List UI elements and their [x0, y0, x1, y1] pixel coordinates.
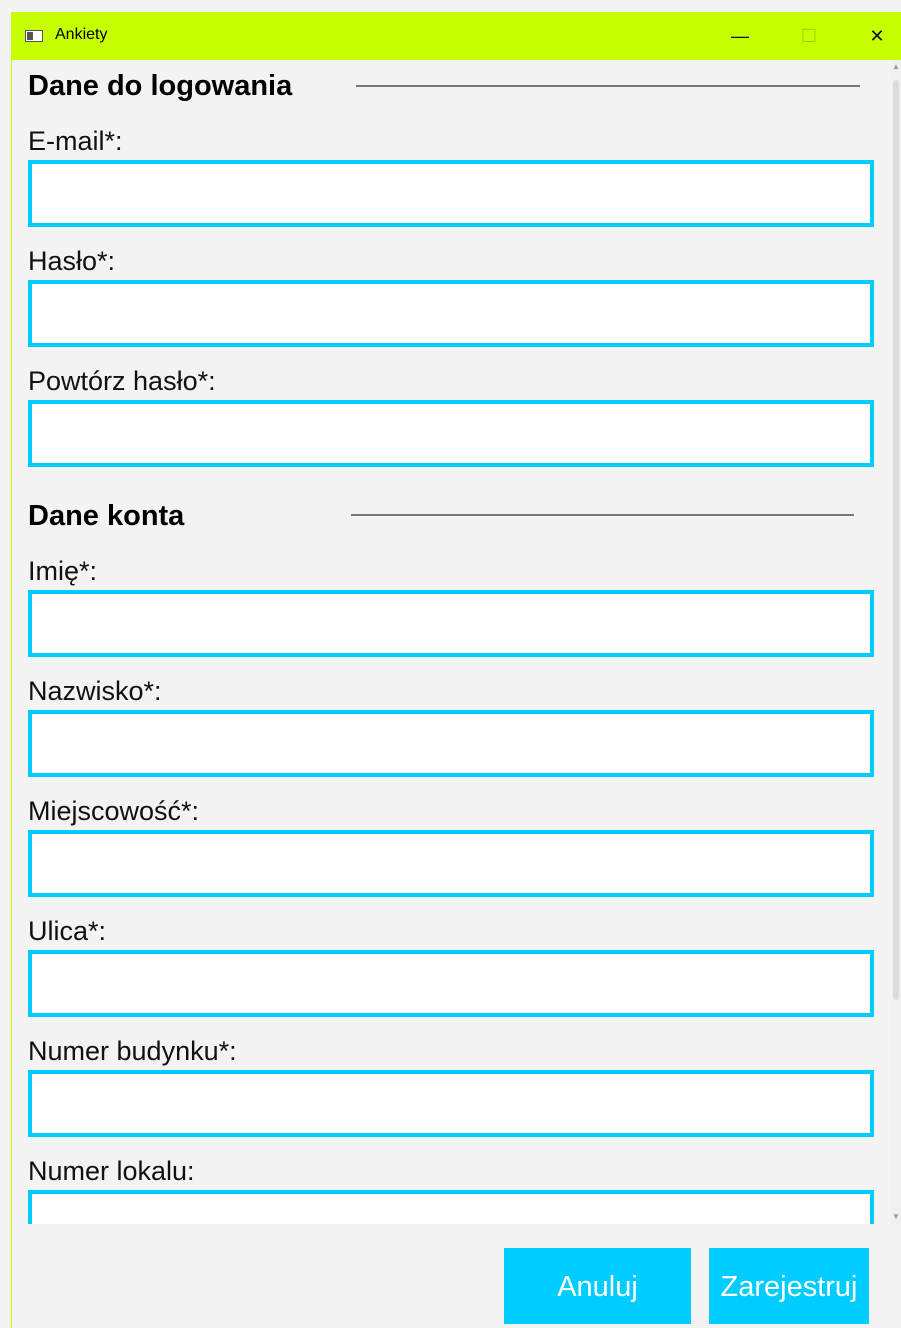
first-name-label: Imię*:	[28, 556, 98, 586]
minimize-icon[interactable]: —	[717, 12, 763, 60]
form-footer: Anuluj Zarejestruj	[12, 1224, 901, 1328]
register-button[interactable]: Zarejestruj	[709, 1248, 869, 1324]
scrollbar-thumb[interactable]	[893, 80, 899, 1000]
scroll-down-icon[interactable]: ▼	[891, 1210, 901, 1224]
password-label: Hasło*:	[28, 246, 116, 276]
maximize-icon[interactable]: ☐	[786, 12, 832, 60]
password-field[interactable]	[28, 280, 874, 347]
city-label: Miejscowość*:	[28, 796, 200, 826]
apartment-number-label: Numer lokalu:	[28, 1156, 195, 1186]
street-label: Ulica*:	[28, 916, 107, 946]
app-window-icon	[25, 30, 43, 42]
window-title: Ankiety	[55, 26, 108, 43]
repeat-password-field[interactable]	[28, 400, 874, 467]
scroll-up-icon[interactable]: ▲	[891, 60, 901, 74]
vertical-scrollbar[interactable]: ▲ ▼	[891, 60, 901, 1224]
section-divider-login	[356, 85, 860, 87]
apartment-number-field[interactable]	[28, 1190, 874, 1224]
email-label: E-mail*:	[28, 126, 123, 156]
last-name-field[interactable]	[28, 710, 874, 777]
window-titlebar[interactable]: Ankiety — ☐ ✕	[11, 12, 901, 60]
section-divider-account	[351, 514, 854, 516]
city-field[interactable]	[28, 830, 874, 897]
close-icon[interactable]: ✕	[854, 12, 900, 60]
cancel-button[interactable]: Anuluj	[504, 1248, 691, 1324]
building-number-label: Numer budynku*:	[28, 1036, 237, 1066]
email-field[interactable]	[28, 160, 874, 227]
last-name-label: Nazwisko*:	[28, 676, 162, 706]
street-field[interactable]	[28, 950, 874, 1017]
registration-form: Dane do logowania E-mail*: Hasło*: Powtó…	[12, 60, 891, 1224]
first-name-field[interactable]	[28, 590, 874, 657]
section-title-account: Dane konta	[28, 500, 185, 532]
building-number-field[interactable]	[28, 1070, 874, 1137]
repeat-password-label: Powtórz hasło*:	[28, 366, 216, 396]
section-title-login: Dane do logowania	[28, 70, 293, 102]
